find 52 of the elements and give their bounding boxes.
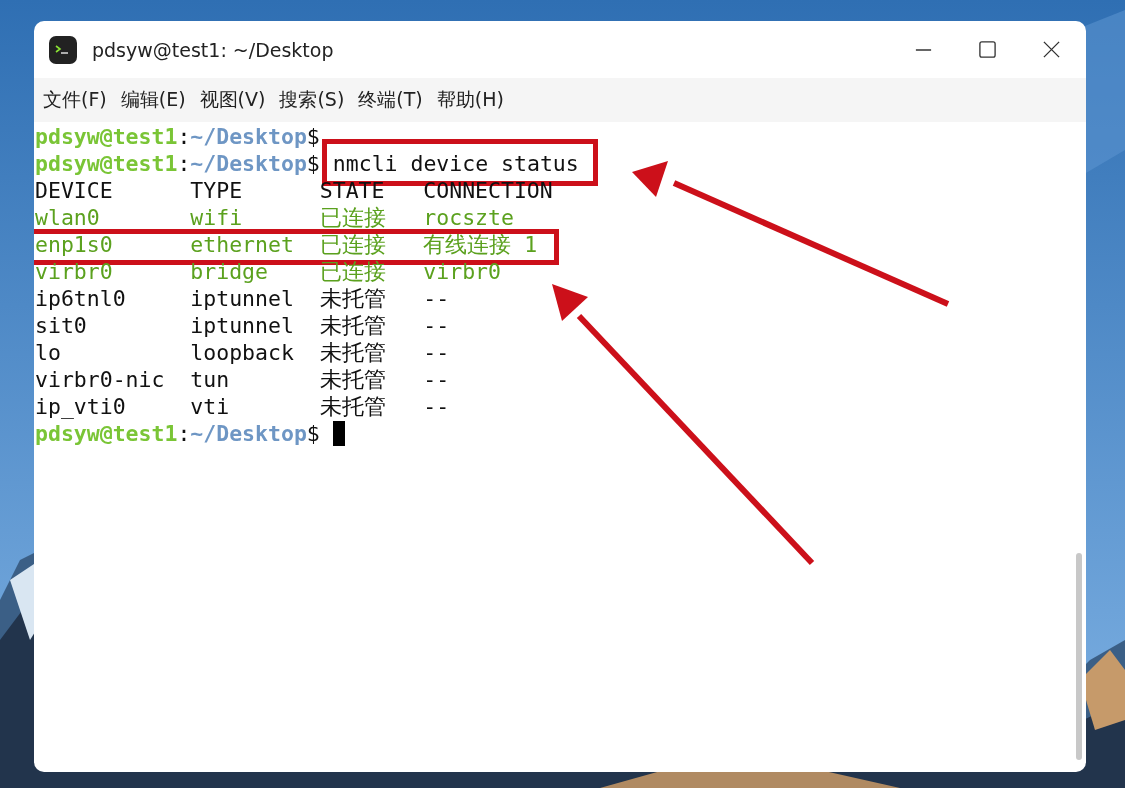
table-cell: 有线连接 1 [423,231,538,258]
table-cell-text: iptunnel [190,285,295,312]
table-cell-text: virbr0 [35,258,114,285]
table-cell-text: ethernet [190,231,295,258]
menu-item[interactable]: 编辑(E) [113,83,193,117]
menu-item[interactable]: 帮助(H) [429,83,511,117]
table-cell-text: loopback [190,339,295,366]
table-cell-text: bridge [190,258,269,285]
column-header: TYPE [190,177,244,204]
maximize-icon [977,40,997,59]
table-cell-text: virbr0-nic [35,366,166,393]
table-cell-text: vti [190,393,231,420]
table-cell-text: wlan0 [35,204,101,231]
prompt-text: pdsyw@test1:~/Desktop$ [35,123,320,150]
column-header: CONNECTION [423,177,553,204]
table-cell: -- [423,393,450,420]
table-cell-text: ip_vti0 [35,393,127,420]
table-cell-text: 未托管 [319,366,387,393]
table-cell-text: enp1s0 [35,231,114,258]
table-cell-text: 未托管 [319,393,387,420]
menu-item[interactable]: 终端(T) [351,83,430,117]
command-text: nmcli device status [332,150,579,177]
table-cell: -- [423,366,450,393]
column-header: DEVICE [35,177,114,204]
terminal-icon [48,34,78,65]
table-cell-text: wifi [190,204,244,231]
table-cell: -- [423,312,450,339]
table-cell-text: sit0 [35,312,88,339]
table-cell-text: tun [190,366,231,393]
table-cell-text: ip6tnl0 [35,285,127,312]
table-cell: virbr0 [423,258,501,285]
table-cell: -- [423,339,450,366]
table-cell-text: 已连接 [319,231,387,258]
table-cell: rocszte [423,204,514,231]
table-cell-text: 已连接 [319,258,387,285]
scrollbar[interactable] [1076,553,1082,760]
close-icon [1041,40,1061,59]
table-cell-text: 未托管 [319,285,387,312]
table-cell-text: iptunnel [190,312,295,339]
menu-item[interactable]: 搜索(S) [272,83,352,117]
table-cell: -- [423,285,450,312]
table-cell-text: 已连接 [319,204,387,231]
table-cell-text: 未托管 [319,312,387,339]
window-title: pdsyw@test1: ~/Desktop [92,38,334,61]
menu-item[interactable]: 视图(V) [192,83,273,117]
menu-item[interactable]: 文件(F) [36,83,114,117]
table-cell-text: lo [35,339,62,366]
prompt-text: pdsyw@test1:~/Desktop$ [35,420,320,447]
table-cell-text: 未托管 [319,339,387,366]
column-header: STATE [319,177,386,204]
prompt-text: pdsyw@test1:~/Desktop$ [35,150,320,177]
minimize-icon [913,48,933,51]
